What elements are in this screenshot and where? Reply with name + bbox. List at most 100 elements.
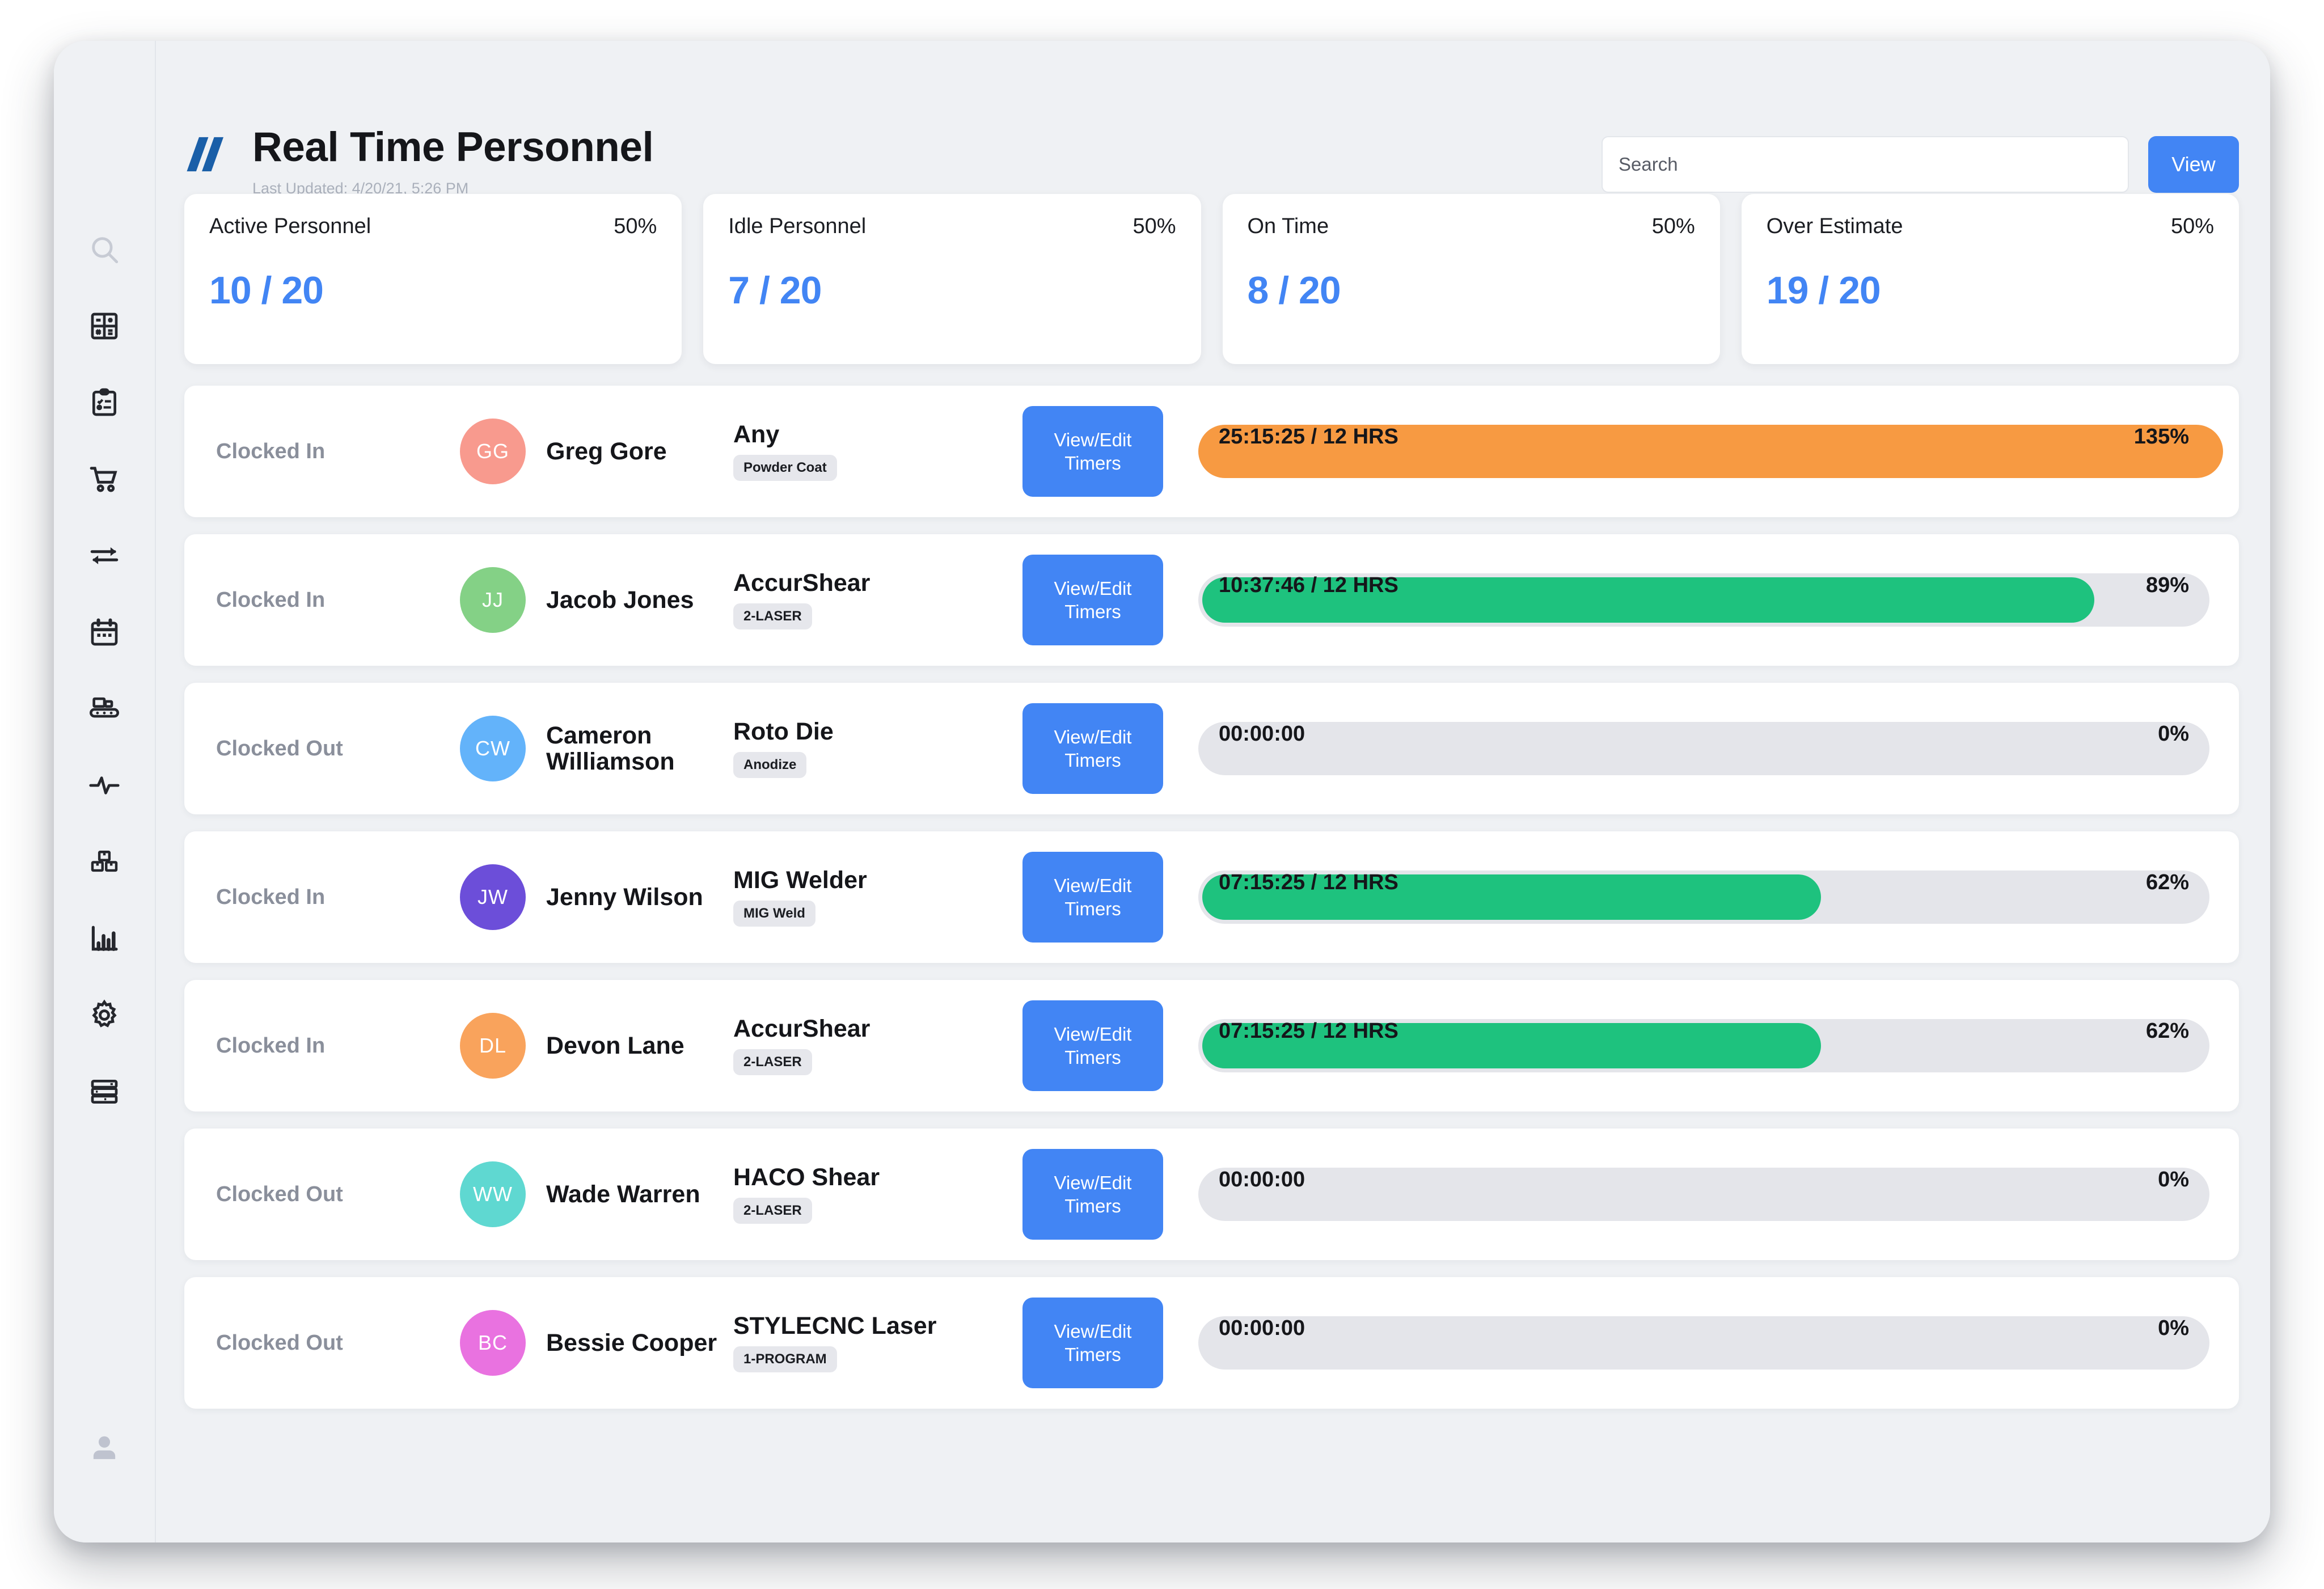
stat-card-value: 7 / 20 [728, 269, 822, 312]
machine-name: HACO Shear [733, 1164, 880, 1191]
shopping-cart-icon [88, 463, 121, 496]
elapsed-time: 00:00:00 [1219, 1168, 1305, 1191]
personnel-row: Clocked In GG Greg Gore Any Powder Coat View/… [184, 386, 2239, 517]
person-name: Wade Warren [546, 1180, 700, 1208]
machine-tag: MIG Weld [733, 900, 815, 927]
avatar: WW [460, 1161, 526, 1227]
personnel-row: Clocked Out BC Bessie Cooper STYLECNC Laser… [184, 1277, 2239, 1409]
gear-icon [88, 999, 121, 1032]
stat-card: Over Estimate 50% 19 / 20 [1741, 194, 2239, 364]
stat-card-value: 8 / 20 [1247, 269, 1341, 312]
machine-block: STYLECNC Laser 1-PROGRAM [733, 1313, 1022, 1372]
sidebar-item-schedule[interactable] [54, 594, 155, 670]
elapsed-time: 10:37:46 / 12 HRS [1219, 573, 1398, 597]
machine-tag: 2-LASER [733, 1049, 812, 1075]
stat-card: Idle Personnel 50% 7 / 20 [703, 194, 1201, 364]
avatar: GG [460, 419, 526, 484]
progress-bar: 10:37:46 / 12 HRS 89% [1198, 573, 2209, 627]
sidebar-item-orders[interactable] [54, 441, 155, 517]
sidebar-item-database[interactable] [54, 1053, 155, 1130]
avatar-initials: JW [478, 885, 508, 908]
machine-tag: 2-LASER [733, 603, 812, 629]
person-name: Cameron Williamson [546, 721, 675, 775]
timers-button-line2: Timers [1064, 453, 1121, 474]
search-input[interactable] [1602, 136, 2129, 193]
view-edit-timers-button[interactable]: View/Edit Timers [1022, 1298, 1163, 1388]
avatar: JW [460, 864, 526, 930]
elapsed-time: 07:15:25 / 12 HRS [1219, 1019, 1398, 1043]
view-edit-timers-button[interactable]: View/Edit Timers [1022, 852, 1163, 943]
avatar-initials: GG [476, 439, 509, 463]
progress-bar: 00:00:00 0% [1198, 722, 2209, 775]
clock-status: Clocked In [216, 439, 326, 463]
progress-bar: 25:15:25 / 12 HRS 135% [1198, 425, 2223, 478]
view-edit-timers-button[interactable]: View/Edit Timers [1022, 1149, 1163, 1240]
machine-name: AccurShear [733, 569, 871, 597]
personnel-row: Clocked In DL Devon Lane AccurShear 2-LASER V… [184, 980, 2239, 1112]
person-name: Greg Gore [546, 437, 667, 465]
conveyor-belt-icon [88, 692, 121, 725]
calculator-icon [88, 310, 120, 342]
sidebar [54, 41, 156, 1542]
progress-percent: 89% [2145, 573, 2189, 597]
search-icon [88, 233, 121, 266]
stat-card: On Time 50% 8 / 20 [1222, 194, 1720, 364]
clipboard-checklist-icon [88, 387, 120, 419]
view-edit-timers-button[interactable]: View/Edit Timers [1022, 1000, 1163, 1091]
stat-card-percent: 50% [1133, 214, 1176, 238]
calendar-icon [88, 616, 120, 648]
stat-card-value: 10 / 20 [209, 269, 324, 312]
avatar-initials: WW [473, 1182, 513, 1206]
sidebar-item-settings[interactable] [54, 977, 155, 1053]
progress-percent: 62% [2145, 1019, 2189, 1043]
sidebar-item-activity[interactable] [54, 747, 155, 823]
view-button[interactable]: View [2148, 136, 2239, 193]
page-title: Real Time Personnel [252, 124, 654, 170]
sidebar-item-calculator[interactable] [54, 288, 155, 364]
machine-tag: Anodize [733, 751, 807, 778]
sidebar-item-tasks[interactable] [54, 364, 155, 441]
header-actions: View [1602, 126, 2239, 193]
stat-card-percent: 50% [2170, 214, 2214, 238]
sidebar-item-reports[interactable] [54, 900, 155, 977]
progress-bar: 00:00:00 0% [1198, 1316, 2209, 1370]
timers-button-line1: View/Edit [1054, 874, 1132, 896]
avatar-initials: DL [479, 1034, 507, 1057]
clock-status: Clocked Out [216, 736, 343, 760]
main-content: Real Time Personnel Last Updated: 4/20/2… [156, 41, 2270, 1542]
sidebar-item-inventory[interactable] [54, 823, 155, 900]
user-avatar-icon [88, 1432, 120, 1464]
view-edit-timers-button[interactable]: View/Edit Timers [1022, 406, 1163, 497]
elapsed-time: 00:00:00 [1219, 722, 1305, 746]
sidebar-item-production[interactable] [54, 670, 155, 747]
machine-name: AccurShear [733, 1015, 871, 1043]
personnel-row: Clocked In JW Jenny Wilson MIG Welder MIG We… [184, 831, 2239, 963]
transfer-arrows-icon [88, 539, 121, 572]
clock-status: Clocked In [216, 885, 326, 909]
timers-button-line2: Timers [1064, 750, 1121, 771]
progress-bar: 00:00:00 0% [1198, 1168, 2209, 1221]
sidebar-item-search[interactable] [54, 211, 155, 288]
avatar: BC [460, 1310, 526, 1376]
stat-card-percent: 50% [1651, 214, 1695, 238]
sidebar-item-account[interactable] [54, 1409, 155, 1486]
timers-button-line1: View/Edit [1054, 577, 1132, 599]
progress-bar: 07:15:25 / 12 HRS 62% [1198, 870, 2209, 924]
person-name: Jacob Jones [546, 586, 694, 614]
timers-button-line2: Timers [1064, 1195, 1121, 1216]
progress-percent: 135% [2133, 425, 2189, 449]
progress-track [1198, 1316, 2209, 1370]
machine-tag: 1-PROGRAM [733, 1346, 837, 1372]
double-slash-logo-icon [184, 137, 227, 178]
timers-button-line2: Timers [1064, 1047, 1121, 1068]
person-name: Devon Lane [546, 1032, 684, 1059]
progress-track [1198, 1168, 2209, 1221]
sidebar-item-transfers[interactable] [54, 517, 155, 594]
view-edit-timers-button[interactable]: View/Edit Timers [1022, 703, 1163, 794]
personnel-row: Clocked Out CW Cameron Williamson Roto Die A… [184, 683, 2239, 814]
view-edit-timers-button[interactable]: View/Edit Timers [1022, 555, 1163, 645]
avatar-initials: BC [478, 1331, 508, 1354]
progress-percent: 0% [2158, 1316, 2189, 1340]
stat-card: Active Personnel 50% 10 / 20 [184, 194, 682, 364]
clock-status: Clocked In [216, 1033, 326, 1058]
